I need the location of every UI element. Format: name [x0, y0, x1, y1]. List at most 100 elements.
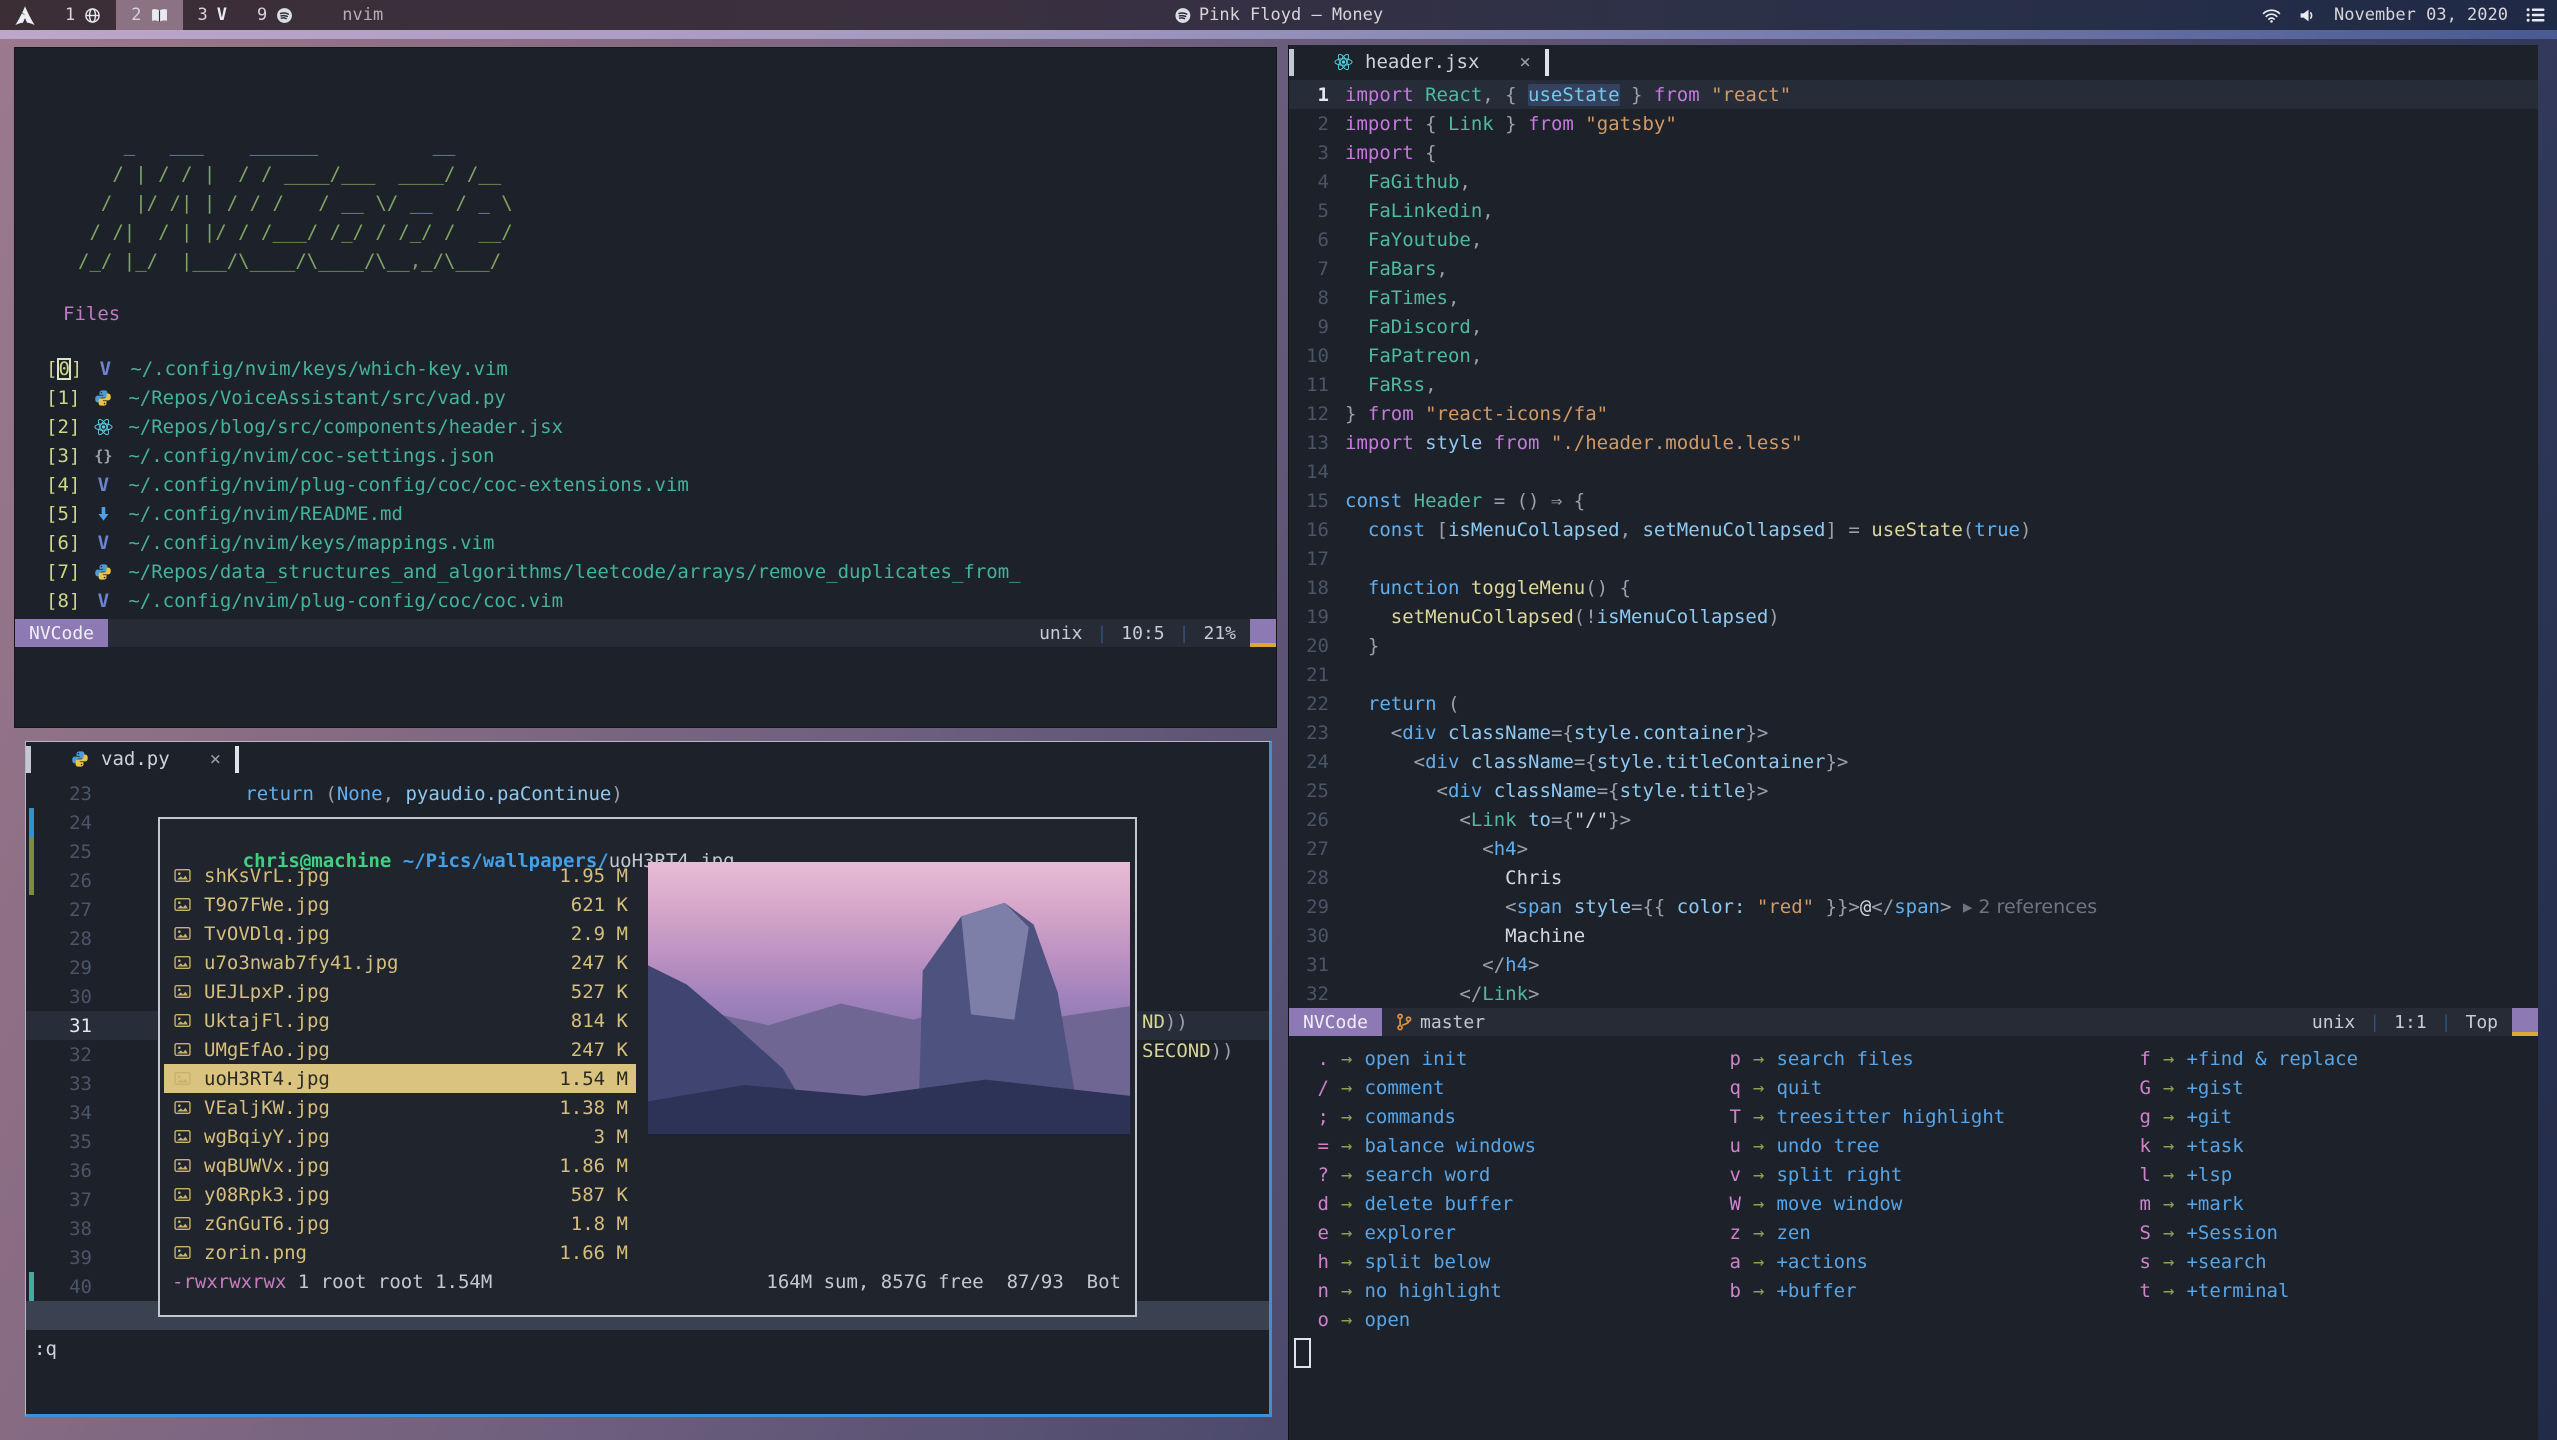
popup-file-row[interactable]: UktajFl.jpg 814 K: [164, 1006, 636, 1035]
workspace-button[interactable]: 3 V: [183, 0, 243, 30]
close-icon[interactable]: ×: [210, 748, 221, 770]
now-playing[interactable]: Pink Floyd – Money: [1174, 5, 1383, 25]
popup-file-row[interactable]: VEaljKW.jpg 1.38 M: [164, 1093, 636, 1122]
popup-file-row[interactable]: UEJLpxP.jpg 527 K: [164, 977, 636, 1006]
which-key-item[interactable]: v → split right: [1719, 1160, 2005, 1189]
editor-line[interactable]: 29 <span style={{ color: "red" }}>@</spa…: [1289, 892, 2538, 921]
close-icon[interactable]: ×: [1519, 51, 1530, 73]
editor-line[interactable]: 32 </Link>: [1289, 979, 2538, 1008]
editor-line[interactable]: 6 FaYoutube,: [1289, 225, 2538, 254]
which-key-item[interactable]: ? → search word: [1307, 1160, 1536, 1189]
which-key-item[interactable]: t → +terminal: [2129, 1276, 2358, 1305]
editor-line[interactable]: 3 import {: [1289, 138, 2538, 167]
which-key-item[interactable]: m → +mark: [2129, 1189, 2358, 1218]
startify-entry[interactable]: [7] ~/Repos/data_structures_and_algorith…: [46, 557, 1021, 586]
editor-line[interactable]: 1 import React, { useState } from "react…: [1289, 80, 2538, 109]
editor-line[interactable]: 16 const [isMenuCollapsed, setMenuCollap…: [1289, 515, 2538, 544]
popup-file-row[interactable]: zGnGuT6.jpg 1.8 M: [164, 1209, 636, 1238]
editor-line[interactable]: 2 import { Link } from "gatsby": [1289, 109, 2538, 138]
which-key-item[interactable]: q → quit: [1719, 1073, 2005, 1102]
which-key-item[interactable]: o → open: [1307, 1305, 1536, 1334]
startify-entry[interactable]: [3] {} ~/.config/nvim/coc-settings.json: [46, 441, 1021, 470]
popup-file-row[interactable]: UMgEfAo.jpg 247 K: [164, 1035, 636, 1064]
editor-line[interactable]: 22 return (: [1289, 689, 2538, 718]
startify-entry[interactable]: [0] V ~/.config/nvim/keys/which-key.vim: [46, 354, 1021, 383]
editor-line[interactable]: 5 FaLinkedin,: [1289, 196, 2538, 225]
startify-entry[interactable]: [5] ~/.config/nvim/README.md: [46, 499, 1021, 528]
which-key-item[interactable]: T → treesitter highlight: [1719, 1102, 2005, 1131]
workspace-button[interactable]: 1: [50, 0, 116, 30]
which-key-item[interactable]: z → zen: [1719, 1218, 2005, 1247]
which-key-item[interactable]: g → +git: [2129, 1102, 2358, 1131]
startify-entry[interactable]: [2] ~/Repos/blog/src/components/header.j…: [46, 412, 1021, 441]
startify-entry[interactable]: [8] V ~/.config/nvim/plug-config/coc/coc…: [46, 586, 1021, 615]
workspace-button[interactable]: 9: [242, 0, 308, 30]
popup-file-row[interactable]: uoH3RT4.jpg 1.54 M: [164, 1064, 636, 1093]
which-key-item[interactable]: k → +task: [2129, 1131, 2358, 1160]
which-key-item[interactable]: . → open init: [1307, 1044, 1536, 1073]
which-key-item[interactable]: G → +gist: [2129, 1073, 2358, 1102]
which-key-item[interactable]: b → +buffer: [1719, 1276, 2005, 1305]
editor-line[interactable]: 8 FaTimes,: [1289, 283, 2538, 312]
editor-line[interactable]: 24 <div className={style.titleContainer}…: [1289, 747, 2538, 776]
startify-entry[interactable]: [1] ~/Repos/VoiceAssistant/src/vad.py: [46, 383, 1021, 412]
arch-logo[interactable]: [0, 4, 50, 26]
editor-line[interactable]: 21: [1289, 660, 2538, 689]
tab-vad[interactable]: vad.py ×: [71, 748, 221, 770]
command-line[interactable]: :q: [34, 1338, 57, 1360]
which-key-item[interactable]: l → +lsp: [2129, 1160, 2358, 1189]
workspace-button[interactable]: 2: [116, 0, 182, 30]
which-key-item[interactable]: f → +find & replace: [2129, 1044, 2358, 1073]
which-key-item[interactable]: h → split below: [1307, 1247, 1536, 1276]
editor-line[interactable]: 4 FaGithub,: [1289, 167, 2538, 196]
editor-line[interactable]: 31 </h4>: [1289, 950, 2538, 979]
popup-file-row[interactable]: TvOVDlq.jpg 2.9 M: [164, 919, 636, 948]
startify-entry[interactable]: [6] V ~/.config/nvim/keys/mappings.vim: [46, 528, 1021, 557]
editor-line[interactable]: 26 <Link to={"/"}>: [1289, 805, 2538, 834]
editor-line[interactable]: 25 <div className={style.title}>: [1289, 776, 2538, 805]
tab-header[interactable]: header.jsx ×: [1334, 51, 1531, 73]
editor-line[interactable]: 9 FaDiscord,: [1289, 312, 2538, 341]
wifi-icon[interactable]: [2262, 8, 2281, 23]
menu-icon[interactable]: [2526, 7, 2545, 23]
popup-file-row[interactable]: y08Rpk3.jpg 587 K: [164, 1180, 636, 1209]
which-key-item[interactable]: ; → commands: [1307, 1102, 1536, 1131]
which-key-item[interactable]: s → +search: [2129, 1247, 2358, 1276]
editor-line[interactable]: 14: [1289, 457, 2538, 486]
which-key-item[interactable]: W → move window: [1719, 1189, 2005, 1218]
which-key-item[interactable]: a → +actions: [1719, 1247, 2005, 1276]
editor-line[interactable]: 18 function toggleMenu() {: [1289, 573, 2538, 602]
editor-line[interactable]: 15 const Header = () ⇒ {: [1289, 486, 2538, 515]
image-icon: [174, 1216, 194, 1231]
file-format: unix: [1039, 623, 1082, 644]
which-key-item[interactable]: d → delete buffer: [1307, 1189, 1536, 1218]
popup-file-row[interactable]: zorin.png 1.66 M: [164, 1238, 636, 1267]
popup-file-row[interactable]: T9o7FWe.jpg 621 K: [164, 890, 636, 919]
popup-file-row[interactable]: wqBUWVx.jpg 1.86 M: [164, 1151, 636, 1180]
startify-entry[interactable]: [4] V ~/.config/nvim/plug-config/coc/coc…: [46, 470, 1021, 499]
editor-line[interactable]: 23 return (None, pyaudio.paContinue): [26, 779, 1269, 808]
editor-line[interactable]: 28 Chris: [1289, 863, 2538, 892]
editor-line[interactable]: 11 FaRss,: [1289, 370, 2538, 399]
editor-line[interactable]: 10 FaPatreon,: [1289, 341, 2538, 370]
editor-line[interactable]: 12 } from "react-icons/fa": [1289, 399, 2538, 428]
volume-icon[interactable]: [2299, 8, 2316, 23]
popup-file-row[interactable]: shKsVrL.jpg 1.95 M: [164, 861, 636, 890]
which-key-item[interactable]: u → undo tree: [1719, 1131, 2005, 1160]
which-key-item[interactable]: p → search files: [1719, 1044, 2005, 1073]
which-key-item[interactable]: S → +Session: [2129, 1218, 2358, 1247]
editor-line[interactable]: 20 }: [1289, 631, 2538, 660]
popup-file-row[interactable]: u7o3nwab7fy41.jpg 247 K: [164, 948, 636, 977]
which-key-item[interactable]: = → balance windows: [1307, 1131, 1536, 1160]
editor-line[interactable]: 7 FaBars,: [1289, 254, 2538, 283]
editor-line[interactable]: 30 Machine: [1289, 921, 2538, 950]
editor-line[interactable]: 19 setMenuCollapsed(!isMenuCollapsed): [1289, 602, 2538, 631]
which-key-item[interactable]: / → comment: [1307, 1073, 1536, 1102]
popup-file-row[interactable]: wgBqiyY.jpg 3 M: [164, 1122, 636, 1151]
editor-line[interactable]: 13 import style from "./header.module.le…: [1289, 428, 2538, 457]
editor-line[interactable]: 17: [1289, 544, 2538, 573]
editor-line[interactable]: 27 <h4>: [1289, 834, 2538, 863]
editor-line[interactable]: 23 <div className={style.container}>: [1289, 718, 2538, 747]
which-key-item[interactable]: e → explorer: [1307, 1218, 1536, 1247]
which-key-item[interactable]: n → no highlight: [1307, 1276, 1536, 1305]
